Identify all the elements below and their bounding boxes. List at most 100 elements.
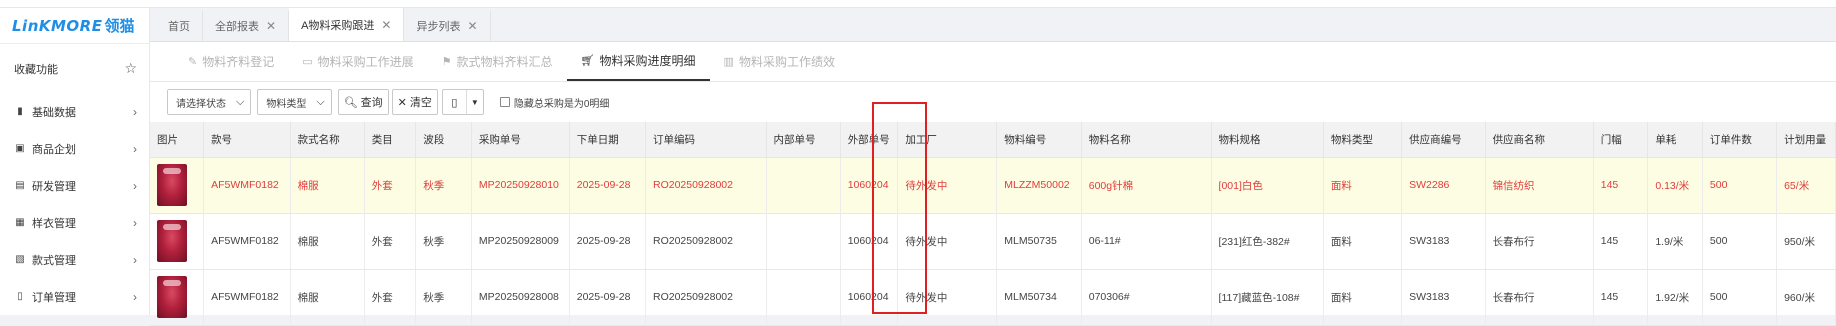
table-cell: MP20250928008 xyxy=(471,269,570,326)
product-thumbnail[interactable] xyxy=(157,164,187,206)
sidebar-item-favorites[interactable]: 收藏功能 ☆ xyxy=(0,44,149,93)
export-dropdown-button[interactable]: ▯ ▼ xyxy=(441,89,484,115)
column-header[interactable]: 计划用量 xyxy=(1776,122,1836,158)
column-header[interactable]: 订单件数 xyxy=(1702,122,1778,158)
sidebar-item-order-management[interactable]: ▯ 订单管理 › xyxy=(0,278,149,315)
query-button[interactable]: 🔍︎ 查询 xyxy=(337,89,389,115)
column-header[interactable]: 波段 xyxy=(415,122,472,158)
table-cell xyxy=(766,213,841,270)
chevron-right-icon: › xyxy=(133,141,137,156)
table-cell: MLM50734 xyxy=(996,269,1082,326)
table-cell: 面料 xyxy=(1323,269,1403,326)
table-cell xyxy=(766,269,841,326)
close-icon[interactable]: ✕ xyxy=(467,19,477,33)
table-cell: RO20250928002 xyxy=(645,269,767,326)
edit-icon: ✎ xyxy=(188,56,198,68)
table-cell-image xyxy=(150,269,205,326)
table-cell: 500 xyxy=(1702,157,1778,214)
table-cell: 棉服 xyxy=(290,157,365,214)
caret-down-icon[interactable]: ▼ xyxy=(467,90,483,114)
table-cell: 2025-09-28 xyxy=(569,157,646,214)
column-header[interactable]: 物料名称 xyxy=(1081,122,1212,158)
calendar-icon: ▣ xyxy=(15,143,25,154)
table-cell: 1.9/米 xyxy=(1647,213,1703,270)
table-cell: 锦信纺织 xyxy=(1485,157,1594,214)
table-cell: SW3183 xyxy=(1401,269,1486,326)
status-select[interactable]: 请选择状态 ⌵ xyxy=(167,89,252,115)
table-header-row: 图片 款号 款式名称 类目 波段 采购单号 下单日期 订单编码 内部单号 外部单… xyxy=(150,122,1836,158)
subtab-purchase-performance[interactable]: ▥ 物料采购工作绩效 xyxy=(710,42,849,81)
table-cell: AF5WMF0182 xyxy=(203,213,291,270)
product-thumbnail[interactable] xyxy=(157,220,187,262)
table-cell: SW2286 xyxy=(1401,157,1486,214)
subtab-purchase-detail[interactable]: 🛒︎ 物料采购进度明细 xyxy=(566,42,710,81)
hide-zero-purchase-checkbox[interactable]: 隐藏总采购是为0明细 xyxy=(499,95,610,110)
table-cell: 1060204 xyxy=(840,213,899,270)
table-row[interactable]: AF5WMF0182 棉服 外套 秋季 MP20250928010 2025-09-28 R… xyxy=(150,157,1836,214)
table-cell: 145 xyxy=(1593,213,1649,270)
column-header[interactable]: 款号 xyxy=(203,122,291,158)
column-header[interactable]: 单耗 xyxy=(1647,122,1703,158)
table-cell: 950/米 xyxy=(1776,213,1836,270)
table-cell: MLZZM50002 xyxy=(996,157,1082,214)
column-header[interactable]: 门幅 xyxy=(1593,122,1649,158)
column-header[interactable]: 供应商名称 xyxy=(1485,122,1594,158)
material-type-select[interactable]: 物料类型 ⌵ xyxy=(257,89,332,115)
sidebar-item-rd-management[interactable]: ▤ 研发管理 › xyxy=(0,167,149,204)
table-cell: MP20250928010 xyxy=(471,157,570,214)
subtab-label: 物料齐料登记 xyxy=(202,55,275,69)
export-icon[interactable]: ▯ xyxy=(443,90,467,114)
tab-label: 全部报表 xyxy=(215,21,259,33)
column-header[interactable]: 下单日期 xyxy=(569,122,646,158)
column-header[interactable]: 加工厂 xyxy=(897,122,998,158)
table-cell: 2025-09-28 xyxy=(569,213,646,270)
tab-async-list[interactable]: 异步列表 ✕ xyxy=(404,11,491,41)
tab-label: A物料采购跟进 xyxy=(301,19,375,32)
column-header[interactable]: 物料编号 xyxy=(996,122,1082,158)
table-cell xyxy=(766,157,841,214)
main-content: ✎ 物料齐料登记 ▭ 物料采购工作进展 ⚑ 款式物料齐料汇总 🛒︎ 物料采购进度… xyxy=(150,42,1836,326)
sidebar-item-basic-data[interactable]: ▮ 基础数据 › xyxy=(0,93,149,130)
column-header[interactable]: 外部单号 xyxy=(840,122,899,158)
table-cell: 500 xyxy=(1702,213,1778,270)
column-header[interactable]: 物料规格 xyxy=(1211,122,1324,158)
table-cell: 待外发中 xyxy=(897,269,998,326)
table-cell: [001]白色 xyxy=(1211,157,1324,214)
chevron-right-icon: › xyxy=(133,104,137,119)
hide-zero-purchase-label: 隐藏总采购是为0明细 xyxy=(513,98,610,110)
tab-home[interactable]: 首页 xyxy=(156,11,203,41)
column-header[interactable]: 物料类型 xyxy=(1323,122,1403,158)
subtab-purchase-progress[interactable]: ▭ 物料采购工作进展 xyxy=(288,42,427,81)
sidebar-item-style-management[interactable]: ▧ 款式管理 › xyxy=(0,241,149,278)
sidebar-item-label: 订单管理 xyxy=(32,291,76,304)
column-header[interactable]: 图片 xyxy=(150,122,205,158)
close-icon[interactable]: ✕ xyxy=(381,18,391,32)
table-row[interactable]: AF5WMF0182 棉服 外套 秋季 MP20250928009 2025-09-28 R… xyxy=(150,213,1836,270)
table-cell: 外套 xyxy=(364,157,417,214)
material-type-select-value: 物料类型 xyxy=(266,98,307,110)
product-thumbnail[interactable] xyxy=(157,276,187,318)
column-header[interactable]: 供应商编号 xyxy=(1401,122,1486,158)
chevron-right-icon: › xyxy=(133,289,137,304)
star-icon[interactable]: ☆ xyxy=(124,60,137,77)
close-icon[interactable]: ✕ xyxy=(266,19,276,33)
clear-button[interactable]: ✕ 清空 xyxy=(391,89,438,115)
table-cell: AF5WMF0182 xyxy=(203,269,291,326)
book-open-icon: ▥ xyxy=(723,56,734,68)
logo[interactable]: LinKMORE 领猫 xyxy=(0,8,149,44)
tab-all-reports[interactable]: 全部报表 ✕ xyxy=(203,11,290,41)
tab-material-purchase-followup[interactable]: A物料采购跟进 ✕ xyxy=(289,8,405,41)
table-row[interactable]: AF5WMF0182 棉服 外套 秋季 MP20250928008 2025-09-28 R… xyxy=(150,269,1836,326)
checkbox-box[interactable] xyxy=(499,97,510,107)
column-header[interactable]: 采购单号 xyxy=(471,122,570,158)
sidebar-item-product-planning[interactable]: ▣ 商品企划 › xyxy=(0,130,149,167)
column-header[interactable]: 类目 xyxy=(364,122,417,158)
column-header[interactable]: 款式名称 xyxy=(290,122,365,158)
subtab-material-registration[interactable]: ✎ 物料齐料登记 xyxy=(174,42,288,81)
column-header[interactable]: 内部单号 xyxy=(766,122,841,158)
document-icon: ▯ xyxy=(17,291,23,302)
subtab-label: 物料采购进度明细 xyxy=(599,54,696,68)
column-header[interactable]: 订单编码 xyxy=(645,122,767,158)
sidebar-item-sample-management[interactable]: ▦ 样衣管理 › xyxy=(0,204,149,241)
subtab-style-material-summary[interactable]: ⚑ 款式物料齐料汇总 xyxy=(428,42,567,81)
